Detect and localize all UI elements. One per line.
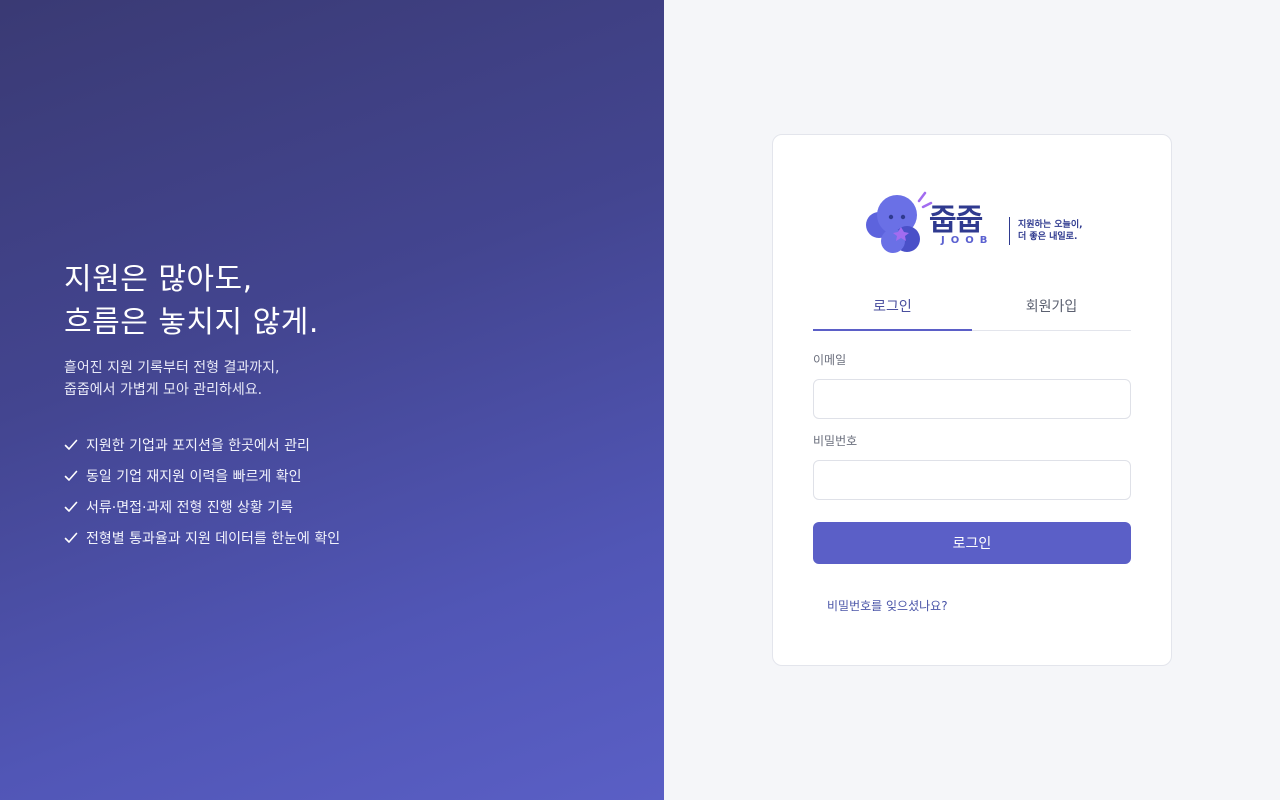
check-icon [64,438,78,452]
feature-text: 서류·면접·과제 전형 진행 상황 기록 [86,499,294,516]
hero-subtitle-line-2: 줍줍에서 가볍게 모아 관리하세요. [64,382,263,398]
tab-login[interactable]: 로그인 [813,297,972,331]
tab-signup[interactable]: 회원가입 [972,297,1131,330]
password-label: 비밀번호 [813,434,858,448]
check-icon [64,469,78,483]
password-field[interactable] [813,460,1131,500]
logo-tagline-line-1: 지원하는 오늘이, [1018,220,1083,230]
hero-subtitle: 흩어진 지원 기록부터 전형 결과까지, 줍줍에서 가볍게 모아 관리하세요. [64,357,279,401]
hero-title-line-2: 흐름은 놓치지 않게. [64,305,319,340]
feature-text: 동일 기업 재지원 이력을 빠르게 확인 [86,468,302,485]
logo-tagline-line-2: 더 좋은 내일로. [1018,232,1078,242]
logo-wordmark: 줍줍 [929,203,983,238]
joob-mascot-icon [866,191,933,253]
feature-item: 동일 기업 재지원 이력을 빠르게 확인 [64,460,340,491]
feature-text: 전형별 통과율과 지원 데이터를 한눈에 확인 [86,530,341,547]
hero-title: 지원은 많아도, 흐름은 놓치지 않게. [64,258,319,344]
logo-divider [1009,217,1010,245]
feature-item: 전형별 통과율과 지원 데이터를 한눈에 확인 [64,522,340,553]
auth-tabs: 로그인 회원가입 [813,297,1131,331]
forgot-password-link[interactable]: 비밀번호를 잊으셨나요? [827,597,948,614]
logo-subtext: JOOB [941,235,994,246]
joob-logo: 줍줍 JOOB 지원하는 오늘이, 더 좋은 내일로. [863,191,1093,255]
check-icon [64,531,78,545]
email-label: 이메일 [813,353,847,367]
feature-item: 서류·면접·과제 전형 진행 상황 기록 [64,491,340,522]
feature-text: 지원한 기업과 포지션을 한곳에서 관리 [86,437,310,454]
hero-panel: 지원은 많아도, 흐름은 놓치지 않게. 흩어진 지원 기록부터 전형 결과까지… [0,0,664,800]
login-card: 줍줍 JOOB 지원하는 오늘이, 더 좋은 내일로. 로그인 회원가입 이메일… [772,134,1172,666]
logo-tagline: 지원하는 오늘이, 더 좋은 내일로. [1018,219,1083,243]
check-icon [64,500,78,514]
email-field[interactable] [813,379,1131,419]
hero-subtitle-line-1: 흩어진 지원 기록부터 전형 결과까지, [64,360,280,376]
feature-list: 지원한 기업과 포지션을 한곳에서 관리 동일 기업 재지원 이력을 빠르게 확… [64,429,340,553]
login-button[interactable]: 로그인 [813,522,1131,564]
hero-title-line-1: 지원은 많아도, [64,262,253,297]
feature-item: 지원한 기업과 포지션을 한곳에서 관리 [64,429,340,460]
